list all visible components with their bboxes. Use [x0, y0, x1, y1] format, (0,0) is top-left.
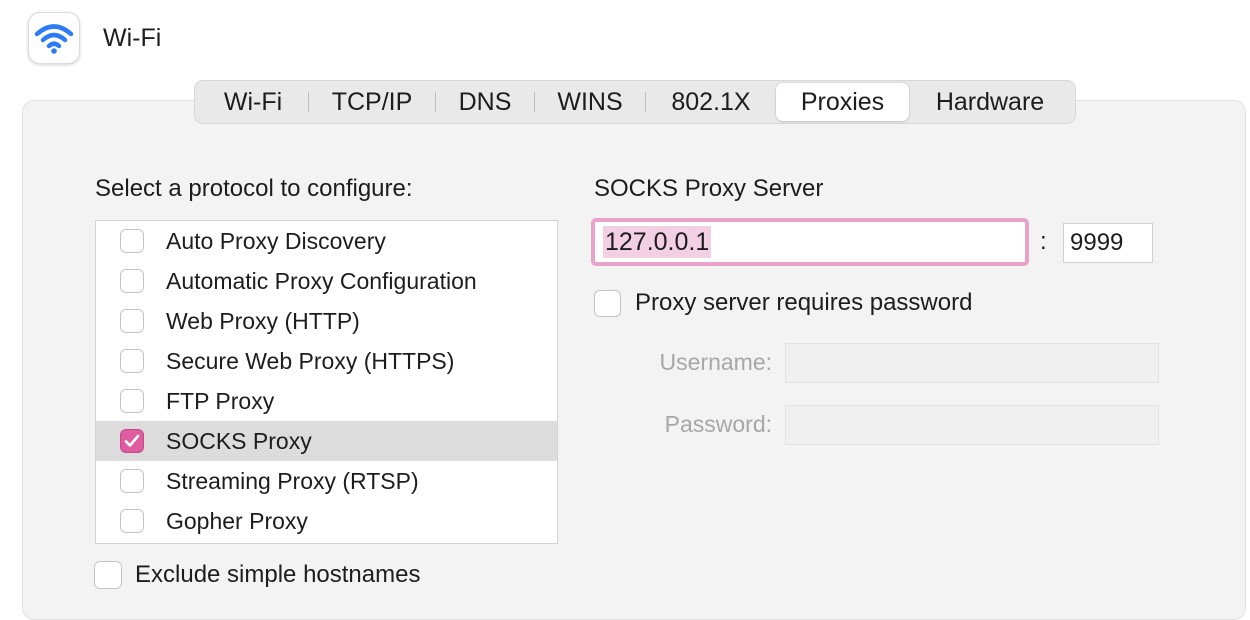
checkbox[interactable] — [120, 269, 144, 293]
wifi-app-icon — [28, 12, 80, 64]
proxy-server-address-value: 127.0.0.1 — [603, 226, 712, 258]
proxy-port-input[interactable]: 9999 — [1063, 223, 1153, 263]
tab-tcp-ip[interactable]: TCP/IP — [309, 83, 435, 121]
protocol-row-web-http[interactable]: Web Proxy (HTTP) — [96, 301, 557, 341]
protocol-label: Gopher Proxy — [166, 507, 308, 534]
wifi-icon — [34, 24, 74, 54]
page-title: Wi-Fi — [103, 24, 162, 52]
password-field[interactable] — [785, 405, 1159, 445]
checkbox[interactable] — [120, 389, 144, 413]
checkbox-checked[interactable] — [120, 429, 144, 453]
protocol-row-socks[interactable]: SOCKS Proxy — [96, 421, 557, 461]
checkbox[interactable] — [120, 349, 144, 373]
protocol-row-streaming-rtsp[interactable]: Streaming Proxy (RTSP) — [96, 461, 557, 501]
exclude-simple-hostnames-label: Exclude simple hostnames — [135, 561, 421, 588]
checkbox[interactable] — [120, 469, 144, 493]
proxy-server-address-input[interactable]: 127.0.0.1 — [591, 218, 1029, 266]
protocol-label: SOCKS Proxy — [166, 427, 312, 454]
requires-password-row[interactable]: Proxy server requires password — [594, 289, 972, 317]
checkbox[interactable] — [120, 509, 144, 533]
checkmark-icon — [124, 434, 140, 447]
requires-password-label: Proxy server requires password — [635, 289, 973, 316]
protocol-label: Secure Web Proxy (HTTPS) — [166, 347, 455, 374]
password-label: Password: — [664, 411, 772, 437]
protocol-row-auto-discovery[interactable]: Auto Proxy Discovery — [96, 221, 557, 261]
checkbox[interactable] — [120, 309, 144, 333]
protocol-label: Web Proxy (HTTP) — [166, 307, 360, 334]
tab-bar: Wi-Fi TCP/IP DNS WINS 802.1X Proxies Har… — [194, 80, 1076, 124]
tab-hardware[interactable]: Hardware — [909, 83, 1071, 121]
tab-proxies[interactable]: Proxies — [776, 83, 909, 121]
tab-wins[interactable]: WINS — [535, 83, 645, 121]
protocol-row-gopher[interactable]: Gopher Proxy — [96, 501, 557, 541]
port-separator: : — [1040, 228, 1047, 255]
protocol-label: Auto Proxy Discovery — [166, 227, 386, 254]
protocol-list: Auto Proxy Discovery Automatic Proxy Con… — [95, 220, 558, 544]
username-label: Username: — [659, 349, 772, 375]
protocol-label: Streaming Proxy (RTSP) — [166, 467, 419, 494]
username-field[interactable] — [785, 343, 1159, 383]
proxy-server-heading: SOCKS Proxy Server — [594, 175, 824, 202]
tab-wifi[interactable]: Wi-Fi — [198, 83, 308, 121]
tab-8021x[interactable]: 802.1X — [646, 83, 776, 121]
protocol-row-auto-config[interactable]: Automatic Proxy Configuration — [96, 261, 557, 301]
protocol-label: FTP Proxy — [166, 387, 275, 414]
protocol-list-heading: Select a protocol to configure: — [95, 175, 413, 202]
protocol-label: Automatic Proxy Configuration — [166, 267, 477, 294]
exclude-simple-hostnames-checkbox[interactable] — [94, 561, 122, 589]
exclude-simple-hostnames-row[interactable]: Exclude simple hostnames — [94, 561, 420, 589]
checkbox[interactable] — [120, 229, 144, 253]
tab-dns[interactable]: DNS — [436, 83, 534, 121]
protocol-row-secure-web-https[interactable]: Secure Web Proxy (HTTPS) — [96, 341, 557, 381]
requires-password-checkbox[interactable] — [594, 289, 621, 317]
protocol-row-ftp[interactable]: FTP Proxy — [96, 381, 557, 421]
